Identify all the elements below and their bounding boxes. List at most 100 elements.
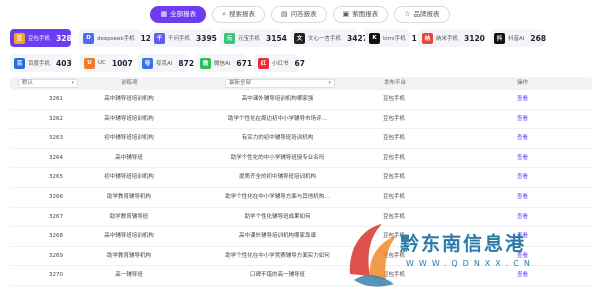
watermark-logo-icon xyxy=(349,224,396,287)
platform-logo-icon: 百 xyxy=(14,57,25,69)
platform-count: 3288 xyxy=(56,33,77,43)
grid-icon: ▦ xyxy=(160,10,168,18)
row-id: 3265 xyxy=(49,174,63,181)
row-id: 3263 xyxy=(49,135,63,142)
platform-row-2: 百百度手机 403 U UC 1007 夸夸克AI 872 微微信AI 671 红小红书 67 xyxy=(10,54,592,72)
row-org: 高中辅导班培训机构 xyxy=(104,233,154,240)
platform-card[interactable]: 豆豆包手机 3288 xyxy=(10,29,77,47)
platform-count: 872 xyxy=(178,58,195,68)
row-question: 高中课外辅导培训机构哪家靠谱 xyxy=(238,233,316,240)
platform-logo-icon: D xyxy=(83,32,94,44)
tab-label: 问答报表 xyxy=(290,10,317,18)
row-question: 助学个性化在中小学辅导方面与其他机构… xyxy=(225,193,330,200)
platform-name: UC xyxy=(98,60,106,66)
default-filter-select[interactable]: 默认 ▾ xyxy=(18,79,78,88)
row-question: 有实力的初中辅导班培训机构 xyxy=(241,135,314,142)
tab-image[interactable]: ▣ 萦图报表 xyxy=(332,6,389,23)
row-platform: 豆包手机 xyxy=(383,193,406,200)
row-org: 高一辅导班 xyxy=(115,272,143,279)
platform-count: 268 xyxy=(530,33,547,43)
table-row: 3266 助学教育辅导机构 助学个性化在中小学辅导方面与其他机构… 豆包手机 查看 xyxy=(10,188,592,208)
question-filter-select[interactable]: 最新全部 ▾ xyxy=(225,79,335,88)
platform-card[interactable]: U UC 1007 xyxy=(80,54,133,72)
platform-name: 小红书 xyxy=(272,61,289,67)
row-org: 高中辅导班 xyxy=(115,154,143,161)
watermark: 黔东南信息港 WWW.QDNXX.CN xyxy=(340,214,595,292)
tab-qa[interactable]: ▤ 问答报表 xyxy=(271,6,327,23)
platform-name: 抖音AI xyxy=(508,36,525,42)
platform-card[interactable]: 千千问手机 3395 xyxy=(150,29,217,47)
platform-name: 千问手机 xyxy=(168,36,191,42)
row-platform: 豆包手机 xyxy=(383,96,406,102)
platform-count: 3120 xyxy=(464,33,485,43)
header-org: 训练项 xyxy=(121,80,138,86)
tab-label: 萦图报表 xyxy=(352,10,379,18)
watermark-url: WWW.QDNXX.CN xyxy=(406,259,535,268)
platform-logo-icon: 千 xyxy=(154,32,165,44)
table-row: 3264 高中辅导班 助学个性化的中小学辅导班授专业名吗 豆包手机 查看 xyxy=(10,149,592,169)
row-org: 高中辅导班培训机构 xyxy=(104,115,154,122)
row-id: 3267 xyxy=(49,213,63,220)
platform-card[interactable]: 文文心一言手机 3427 xyxy=(290,29,368,47)
row-id: 3269 xyxy=(49,252,63,259)
row-org: 助学教育辅导班 xyxy=(109,213,149,220)
platform-name: 百度手机 xyxy=(28,61,51,67)
platform-row-1: 豆豆包手机 3288Ddeepseek手机1278千千问手机 3395 元元宝手机 31… xyxy=(10,29,592,47)
platform-count: 3395 xyxy=(196,33,217,43)
view-link[interactable]: 查看 xyxy=(517,149,528,169)
tab-label: 全部报表 xyxy=(170,10,197,18)
row-question: 口碑不错的高一辅导班 xyxy=(249,272,305,279)
platform-name: kimi手机 xyxy=(383,36,406,42)
table-row: 3262 高中辅导班培训机构 助学个性化在周边初中小学辅导市场评… 豆包手机 查看 xyxy=(10,110,592,130)
view-link[interactable]: 查看 xyxy=(517,110,528,130)
platform-count: 67 xyxy=(294,58,305,68)
question-filter-value: 最新全部 xyxy=(229,80,252,86)
platform-card[interactable]: Ddeepseek手机1278 xyxy=(79,29,161,47)
view-link[interactable]: 查看 xyxy=(517,90,528,110)
platform-card[interactable]: 夸夸克AI 872 xyxy=(138,54,194,72)
row-org: 高中辅导班培训机构 xyxy=(104,96,154,102)
view-link[interactable]: 查看 xyxy=(517,168,528,188)
platform-card[interactable]: 抖抖音AI 268 xyxy=(490,29,547,47)
row-question: 助学个性化辅导班成果如何 xyxy=(244,213,311,220)
platform-name: 元宝手机 xyxy=(238,36,261,42)
platform-card[interactable]: 微微信AI 671 xyxy=(196,54,252,72)
row-org: 初中辅导班培训机构 xyxy=(104,135,154,142)
platform-name: 微信AI xyxy=(214,61,231,67)
row-platform: 豆包手机 xyxy=(383,115,406,122)
table-row: 3263 初中辅导班培训机构 有实力的初中辅导班培训机构 豆包手机 查看 xyxy=(10,129,592,149)
report-tabs: ▦ 全部报表 ⌕ 搜索报表 ▤ 问答报表 ▣ 萦图报表 ☆ 品牌报表 xyxy=(0,6,600,23)
row-id: 3270 xyxy=(49,272,63,279)
header-platform: 发布平台 xyxy=(384,80,407,86)
brand-icon: ☆ xyxy=(404,10,411,18)
row-question: 助学个性化在周边初中小学辅导市场评… xyxy=(227,115,327,122)
platform-card[interactable]: 百百度手机 403 xyxy=(10,54,72,72)
image-icon: ▣ xyxy=(342,10,350,18)
platform-name: deepseek手机 xyxy=(97,36,135,42)
platform-logo-icon: 红 xyxy=(258,57,269,69)
tab-search[interactable]: ⌕ 搜索报表 xyxy=(212,6,265,23)
view-link[interactable]: 查看 xyxy=(517,129,528,149)
tab-label: 搜索报表 xyxy=(229,10,255,18)
tab-label: 品牌报表 xyxy=(413,10,440,18)
platform-logo-icon: 抖 xyxy=(494,32,505,44)
view-link[interactable]: 查看 xyxy=(517,188,528,208)
platform-card[interactable]: 元元宝手机 3154 xyxy=(220,29,287,47)
qa-icon: ▤ xyxy=(281,10,288,18)
platform-name: 豆包手机 xyxy=(28,36,51,42)
platform-card[interactable]: Kkimi手机 1 xyxy=(365,29,417,47)
platform-card[interactable]: 纳纳米手机 3120 xyxy=(418,29,485,47)
platform-count: 1007 xyxy=(111,58,133,68)
row-id: 3264 xyxy=(49,154,63,161)
row-id: 3266 xyxy=(49,193,63,200)
platform-logo-icon: 微 xyxy=(200,57,211,69)
platform-logo-icon: 元 xyxy=(224,32,235,44)
platform-logo-icon: 豆 xyxy=(14,32,25,44)
row-platform: 豆包手机 xyxy=(383,135,406,142)
tab-grid[interactable]: ▦ 全部报表 xyxy=(150,6,207,23)
tab-brand[interactable]: ☆ 品牌报表 xyxy=(394,6,450,23)
row-question: 提质齐全的初中辅导班培训机构 xyxy=(238,174,316,181)
platform-card[interactable]: 红小红书 67 xyxy=(254,54,305,72)
platform-count: 3154 xyxy=(266,33,287,43)
platform-logo-icon: 文 xyxy=(294,32,305,44)
